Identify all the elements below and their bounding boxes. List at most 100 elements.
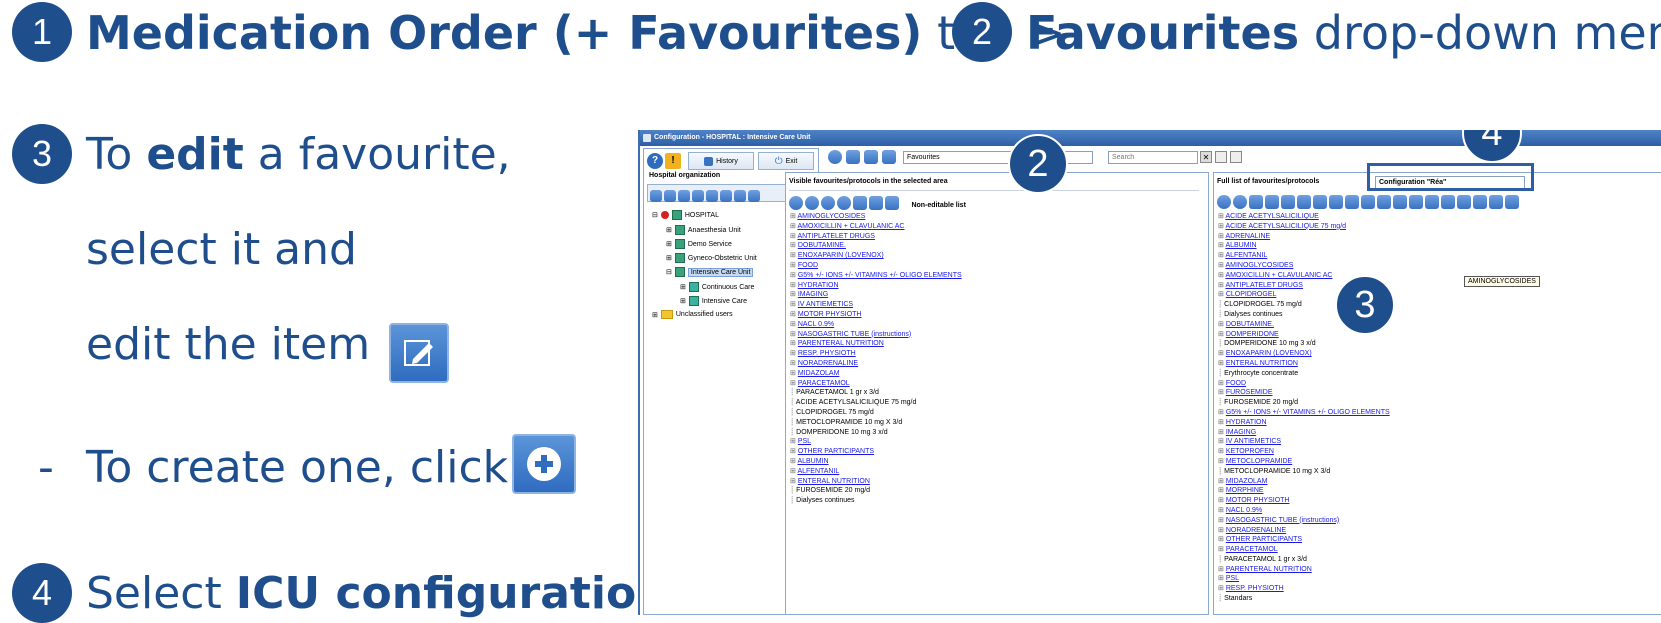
- list-item[interactable]: ⊞ NASOGASTRIC TUBE (instructions): [790, 330, 962, 340]
- list-item[interactable]: ⊞ OTHER PARTICIPANTS: [790, 447, 962, 457]
- tool-icon-1[interactable]: [650, 189, 662, 202]
- list-item[interactable]: ⊞ RESP. PHYSIOTH: [1218, 584, 1390, 594]
- list-item[interactable]: ┊ ACIDE ACETYLSALICILIQUE 75 mg/d: [790, 398, 962, 408]
- tool-icon[interactable]: [869, 195, 883, 210]
- tool-icon-2[interactable]: [664, 189, 676, 202]
- tree-item-hospital[interactable]: ⊟ HOSPITAL: [652, 210, 719, 220]
- list-item[interactable]: ⊞ MIDAZOLAM: [790, 369, 962, 379]
- list-item[interactable]: ⊞ OTHER PARTICIPANTS: [1218, 535, 1390, 545]
- edit-icon[interactable]: [1249, 194, 1263, 209]
- list-item[interactable]: ⊞ PARACETAMOL: [1218, 545, 1390, 555]
- list-item[interactable]: ⊞ MORPHINE: [1218, 486, 1390, 496]
- tree-item-unclassified[interactable]: ⊞ Unclassified users: [652, 310, 733, 319]
- remove-icon[interactable]: [1233, 194, 1247, 209]
- tool-icon-4[interactable]: [692, 189, 704, 202]
- list-item[interactable]: ⊞ FOOD: [1218, 379, 1390, 389]
- tool-icon-7[interactable]: [734, 189, 746, 202]
- list-item[interactable]: ⊞ HYDRATION: [1218, 418, 1390, 428]
- list-item[interactable]: ⊞ MOTOR PHYSIOTH: [1218, 496, 1390, 506]
- list-item[interactable]: ⊞ ENOXAPARIN (LOVENOX): [790, 251, 962, 261]
- list-item[interactable]: ⊞ IV ANTIEMETICS: [790, 300, 962, 310]
- list-item[interactable]: ┊ Erythrocyte concentrate: [1218, 369, 1390, 379]
- tool-icon[interactable]: [864, 150, 878, 164]
- tool-icon[interactable]: [1361, 194, 1375, 209]
- list-item[interactable]: ⊞ MOTOR PHYSIOTH: [790, 310, 962, 320]
- tool-icon[interactable]: [885, 195, 899, 210]
- list-item[interactable]: ⊞ ALBUMIN: [790, 457, 962, 467]
- exit-button[interactable]: ⏻ Exit: [758, 152, 814, 170]
- list-item[interactable]: ⊞ IV ANTIEMETICS: [1218, 437, 1390, 447]
- list-item[interactable]: ┊ PARACETAMOL 1 gr x 3/d: [790, 388, 962, 398]
- list-item[interactable]: ⊞ NASOGASTRIC TUBE (instructions): [1218, 516, 1390, 526]
- tree-item-continuous-care[interactable]: ⊞ Continuous Care: [680, 282, 754, 292]
- tree-item-icu[interactable]: ⊟ Intensive Care Unit: [666, 267, 754, 277]
- list-item[interactable]: ⊞ ACIDE ACETYLSALICILIQUE 75 mg/d: [1218, 222, 1390, 232]
- tree-item-gyneco[interactable]: ⊞ Gyneco-Obstetric Unit: [666, 253, 757, 263]
- list-item[interactable]: ⊞ AMINOGLYCOSIDES: [790, 212, 962, 222]
- tool-icon[interactable]: [1505, 194, 1519, 209]
- list-item[interactable]: ⊞ ENTERAL NUTRITION: [1218, 359, 1390, 369]
- warning-icon[interactable]: !: [665, 153, 681, 169]
- list-item[interactable]: ⊞ ENOXAPARIN (LOVENOX): [1218, 349, 1390, 359]
- list-item[interactable]: ┊ METOCLOPRAMIDE 10 mg X 3/d: [1218, 467, 1390, 477]
- tool-icon[interactable]: [853, 195, 867, 210]
- list-item[interactable]: ⊞ NORADRENALINE: [790, 359, 962, 369]
- tree-item-intensive-care[interactable]: ⊞ Intensive Care: [680, 296, 747, 306]
- list-item[interactable]: ⊞ ACIDE ACETYLSALICILIQUE: [1218, 212, 1390, 222]
- list-item[interactable]: ┊ FUROSEMIDE 20 mg/d: [1218, 398, 1390, 408]
- list-item[interactable]: ┊ CLOPIDROGEL 75 mg/d: [790, 408, 962, 418]
- list-item[interactable]: ⊞ NORADRENALINE: [1218, 526, 1390, 536]
- tool-icon[interactable]: [1393, 194, 1407, 209]
- tool-icon[interactable]: [846, 150, 860, 164]
- add-icon[interactable]: [789, 195, 803, 210]
- list-item[interactable]: ⊞ RESP. PHYSIOTH: [790, 349, 962, 359]
- list-item[interactable]: ⊞ ADRENALINE: [1218, 232, 1390, 242]
- list-item[interactable]: ┊ PARACETAMOL 1 gr x 3/d: [1218, 555, 1390, 565]
- nav-icon[interactable]: [1215, 151, 1227, 163]
- list-item[interactable]: ⊞ PSL: [1218, 574, 1390, 584]
- remove-icon[interactable]: [805, 195, 819, 210]
- list-item[interactable]: ⊞ G5% +/- IONS +/- VITAMINS +/- OLIGO EL…: [790, 271, 962, 281]
- tool-icon[interactable]: [1457, 194, 1471, 209]
- list-item[interactable]: ┊ Dialyses continues: [790, 496, 962, 506]
- tool-icon[interactable]: [1329, 194, 1343, 209]
- list-item[interactable]: ⊞ FUROSEMIDE: [1218, 388, 1390, 398]
- clear-icon[interactable]: ✕: [1200, 151, 1212, 163]
- add-icon[interactable]: [1217, 194, 1231, 209]
- list-item[interactable]: ⊞ ANTIPLATELET DRUGS: [790, 232, 962, 242]
- list-item[interactable]: ⊞ DOBUTAMINE.: [790, 241, 962, 251]
- list-item[interactable]: ⊞ ALBUMIN: [1218, 241, 1390, 251]
- nav-icon[interactable]: [1230, 151, 1242, 163]
- tool-icon-5[interactable]: [706, 189, 718, 202]
- search-input[interactable]: Search: [1108, 151, 1198, 164]
- help-icon[interactable]: ?: [647, 153, 663, 169]
- list-item[interactable]: ⊞ PARACETAMOL: [790, 379, 962, 389]
- list-item[interactable]: ⊞ METOCLOPRAMIDE: [1218, 457, 1390, 467]
- tool-icon[interactable]: [1473, 194, 1487, 209]
- tree-item-demo-service[interactable]: ⊞ Demo Service: [666, 239, 732, 249]
- tool-icon-3[interactable]: [678, 189, 690, 202]
- tool-icon[interactable]: [1425, 194, 1439, 209]
- tool-icon[interactable]: [1313, 194, 1327, 209]
- list-item[interactable]: ⊞ PARENTERAL NUTRITION: [1218, 565, 1390, 575]
- add-circle-icon[interactable]: [828, 150, 842, 164]
- tool-icon[interactable]: [821, 195, 835, 210]
- list-item[interactable]: ⊞ ALFENTANIL: [1218, 251, 1390, 261]
- search-icon[interactable]: [882, 150, 896, 164]
- list-item[interactable]: ⊞ AMOXICILLIN + CLAVULANIC AC: [790, 222, 962, 232]
- history-button[interactable]: History: [688, 152, 754, 170]
- tool-icon[interactable]: [1489, 194, 1503, 209]
- tool-icon[interactable]: [1377, 194, 1391, 209]
- tool-icon[interactable]: [1409, 194, 1423, 209]
- list-item[interactable]: ⊞ ALFENTANIL: [790, 467, 962, 477]
- list-item[interactable]: ⊞ IMAGING: [1218, 428, 1390, 438]
- tool-icon[interactable]: [1345, 194, 1359, 209]
- list-item[interactable]: ⊞ IMAGING: [790, 290, 962, 300]
- tool-icon[interactable]: [1265, 194, 1279, 209]
- tool-icon[interactable]: [1281, 194, 1295, 209]
- list-item[interactable]: ⊞ ENTERAL NUTRITION: [790, 477, 962, 487]
- list-item[interactable]: ⊞ NACL 0.9%: [1218, 506, 1390, 516]
- tree-item-anaesthesia[interactable]: ⊞ Anaesthesia Unit: [666, 225, 741, 235]
- tool-icon[interactable]: [1441, 194, 1455, 209]
- list-item[interactable]: ⊞ MIDAZOLAM: [1218, 477, 1390, 487]
